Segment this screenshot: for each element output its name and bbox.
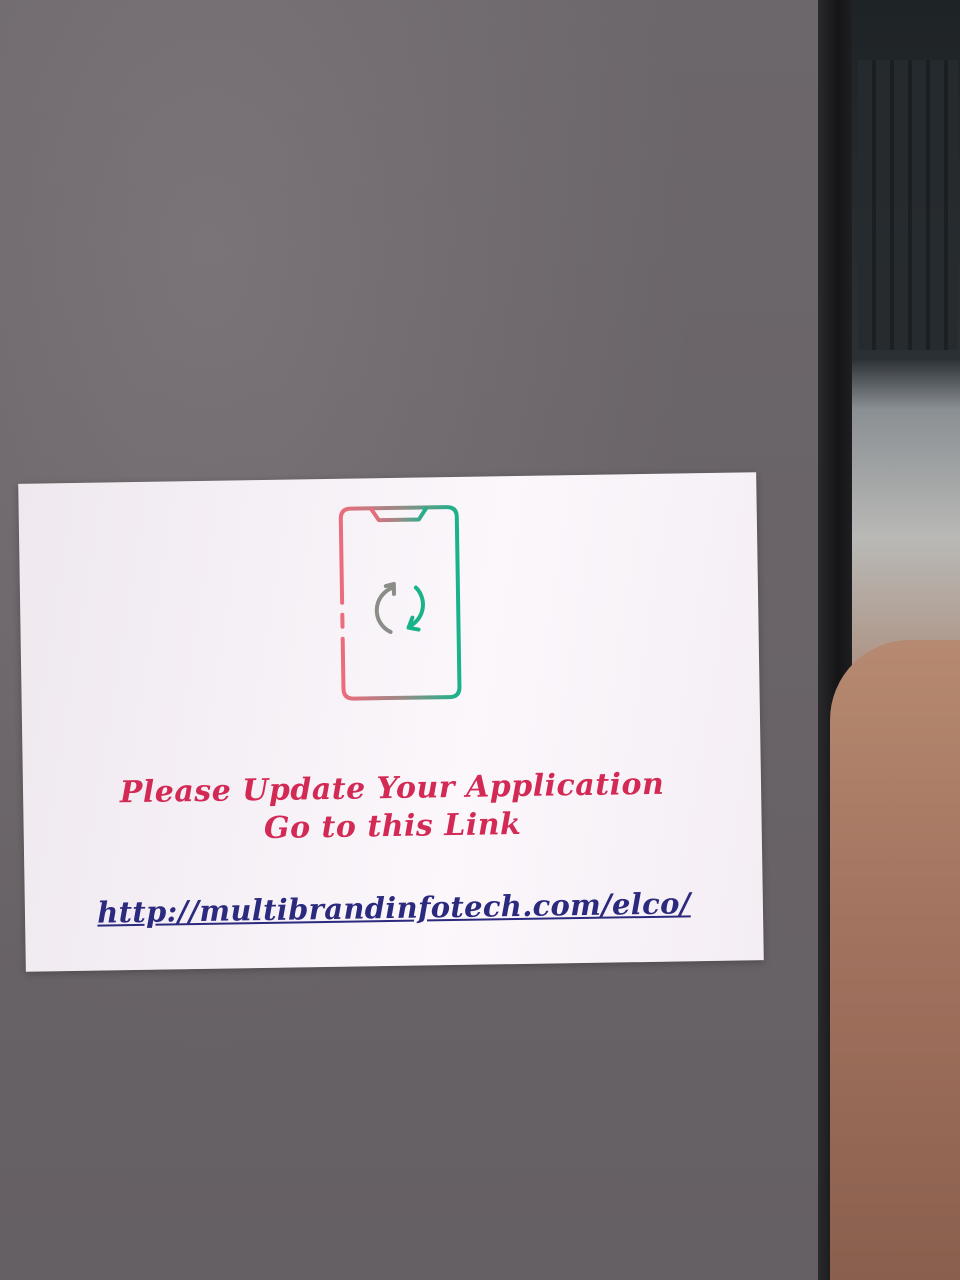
update-message: Please Update Your Application Go to thi… (23, 764, 762, 852)
update-link[interactable]: http://multibrandinfotech.com/elco/ (25, 884, 763, 932)
holding-finger (830, 640, 960, 1280)
background-keyboard (858, 60, 958, 350)
phone-update-icon (319, 501, 482, 713)
update-dialog: Please Update Your Application Go to thi… (18, 472, 764, 972)
